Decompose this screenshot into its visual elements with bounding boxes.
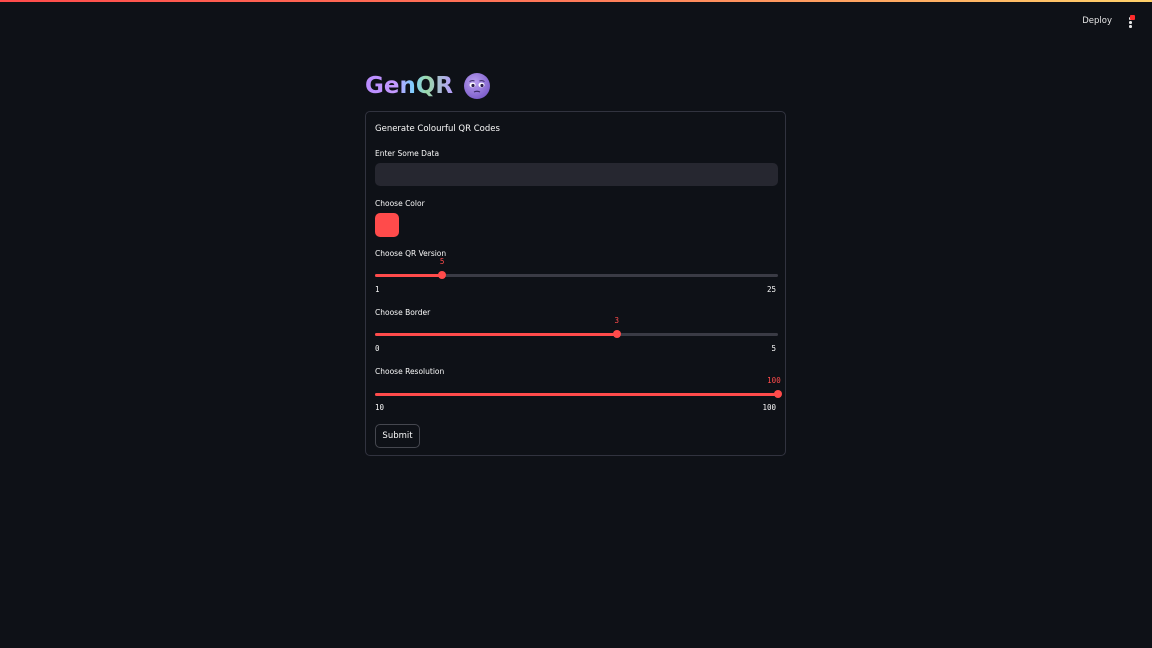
qr-version-max: 25 bbox=[766, 285, 776, 294]
menu-dot bbox=[1129, 25, 1132, 28]
border-min: 0 bbox=[375, 344, 380, 353]
resolution-max: 100 bbox=[762, 403, 776, 412]
border-max: 5 bbox=[771, 344, 776, 353]
data-input[interactable] bbox=[375, 163, 778, 186]
slider-fill bbox=[375, 274, 443, 277]
data-input-label: Enter Some Data bbox=[375, 149, 440, 158]
pleading-face-emoji-icon bbox=[464, 73, 491, 99]
page-title: GenQR bbox=[365, 70, 491, 102]
slider-thumb[interactable] bbox=[774, 390, 782, 398]
slider-thumb[interactable] bbox=[612, 330, 621, 338]
qr-version-label: Choose QR Version bbox=[375, 249, 447, 258]
slider-value: 5 bbox=[439, 257, 445, 266]
page-title-text: GenQR bbox=[365, 73, 454, 99]
border-label: Choose Border bbox=[375, 308, 431, 317]
app-header: Deploy bbox=[0, 2, 1152, 42]
notification-badge bbox=[1130, 15, 1135, 20]
menu-dot bbox=[1129, 21, 1132, 24]
color-picker-label: Choose Color bbox=[375, 199, 425, 208]
resolution-slider[interactable]: 100 bbox=[375, 376, 782, 401]
deploy-button[interactable]: Deploy bbox=[1082, 16, 1112, 26]
qr-form: Generate Colourful QR Codes Enter Some D… bbox=[365, 111, 786, 456]
resolution-min: 10 bbox=[375, 403, 385, 412]
submit-button[interactable]: Submit bbox=[375, 424, 420, 448]
slider-thumb[interactable] bbox=[438, 271, 447, 279]
color-picker-swatch[interactable] bbox=[375, 213, 399, 237]
qr-version-min: 1 bbox=[375, 285, 380, 294]
slider-fill bbox=[375, 333, 617, 336]
qr-version-slider[interactable]: 5 bbox=[375, 257, 778, 282]
form-title: Generate Colourful QR Codes bbox=[375, 124, 500, 134]
slider-value: 3 bbox=[614, 316, 620, 325]
resolution-label: Choose Resolution bbox=[375, 367, 445, 376]
border-slider[interactable]: 3 bbox=[375, 316, 778, 341]
slider-value: 100 bbox=[767, 376, 781, 385]
main-menu-button[interactable] bbox=[1126, 14, 1136, 28]
slider-fill bbox=[375, 393, 778, 396]
